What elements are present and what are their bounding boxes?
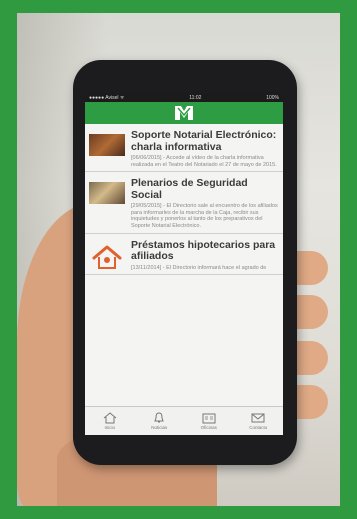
phone-screen: ●●●●● Avisel ᯤ 11:02 100% Soporte Notari… bbox=[85, 93, 283, 435]
house-icon bbox=[89, 244, 125, 269]
status-battery: 100% bbox=[266, 94, 279, 101]
news-item[interactable]: Plenarios de Seguridad Social [29/05/201… bbox=[85, 172, 283, 234]
status-carrier: ●●●●● Avisel ᯤ bbox=[89, 94, 125, 101]
news-title: Soporte Notarial Electrónico: charla inf… bbox=[131, 129, 277, 153]
news-summary: [06/06/2015] - Accede al vídeo de la cha… bbox=[131, 155, 277, 168]
office-icon bbox=[202, 413, 216, 424]
tab-label: Inicio bbox=[104, 425, 115, 430]
news-item[interactable]: Soporte Notarial Electrónico: charla inf… bbox=[85, 124, 283, 173]
news-summary: [29/05/2015] - El Directorio sale al enc… bbox=[131, 203, 278, 229]
news-title: Préstamos hipotecarios para afiliados bbox=[131, 238, 276, 263]
tab-bar: Inicio Noticias Oficinas Contacto bbox=[85, 406, 283, 435]
app-logo-icon bbox=[175, 106, 193, 120]
bell-icon bbox=[154, 412, 164, 423]
tab-label: Contacto bbox=[249, 425, 268, 430]
news-item[interactable]: Préstamos hipotecarios para afiliados [1… bbox=[85, 233, 283, 276]
news-title: Plenarios de Seguridad Social bbox=[131, 177, 248, 201]
tab-home[interactable]: Inicio bbox=[88, 412, 132, 430]
tab-news[interactable]: Noticias bbox=[137, 412, 181, 430]
tab-label: Noticias bbox=[151, 425, 168, 430]
tab-contact[interactable]: Contacto bbox=[236, 412, 280, 430]
status-time: 11:02 bbox=[189, 94, 202, 101]
news-thumbnail bbox=[89, 182, 125, 205]
app-header bbox=[85, 102, 283, 124]
home-icon bbox=[103, 412, 117, 424]
news-thumbnail bbox=[89, 134, 125, 156]
tab-label: Oficinas bbox=[200, 425, 217, 430]
news-summary: [13/11/2014] - El Directorio informará h… bbox=[131, 264, 267, 271]
status-bar: ●●●●● Avisel ᯤ 11:02 100% bbox=[85, 93, 283, 102]
tab-offices[interactable]: Oficinas bbox=[187, 412, 231, 430]
mail-icon bbox=[251, 413, 265, 423]
